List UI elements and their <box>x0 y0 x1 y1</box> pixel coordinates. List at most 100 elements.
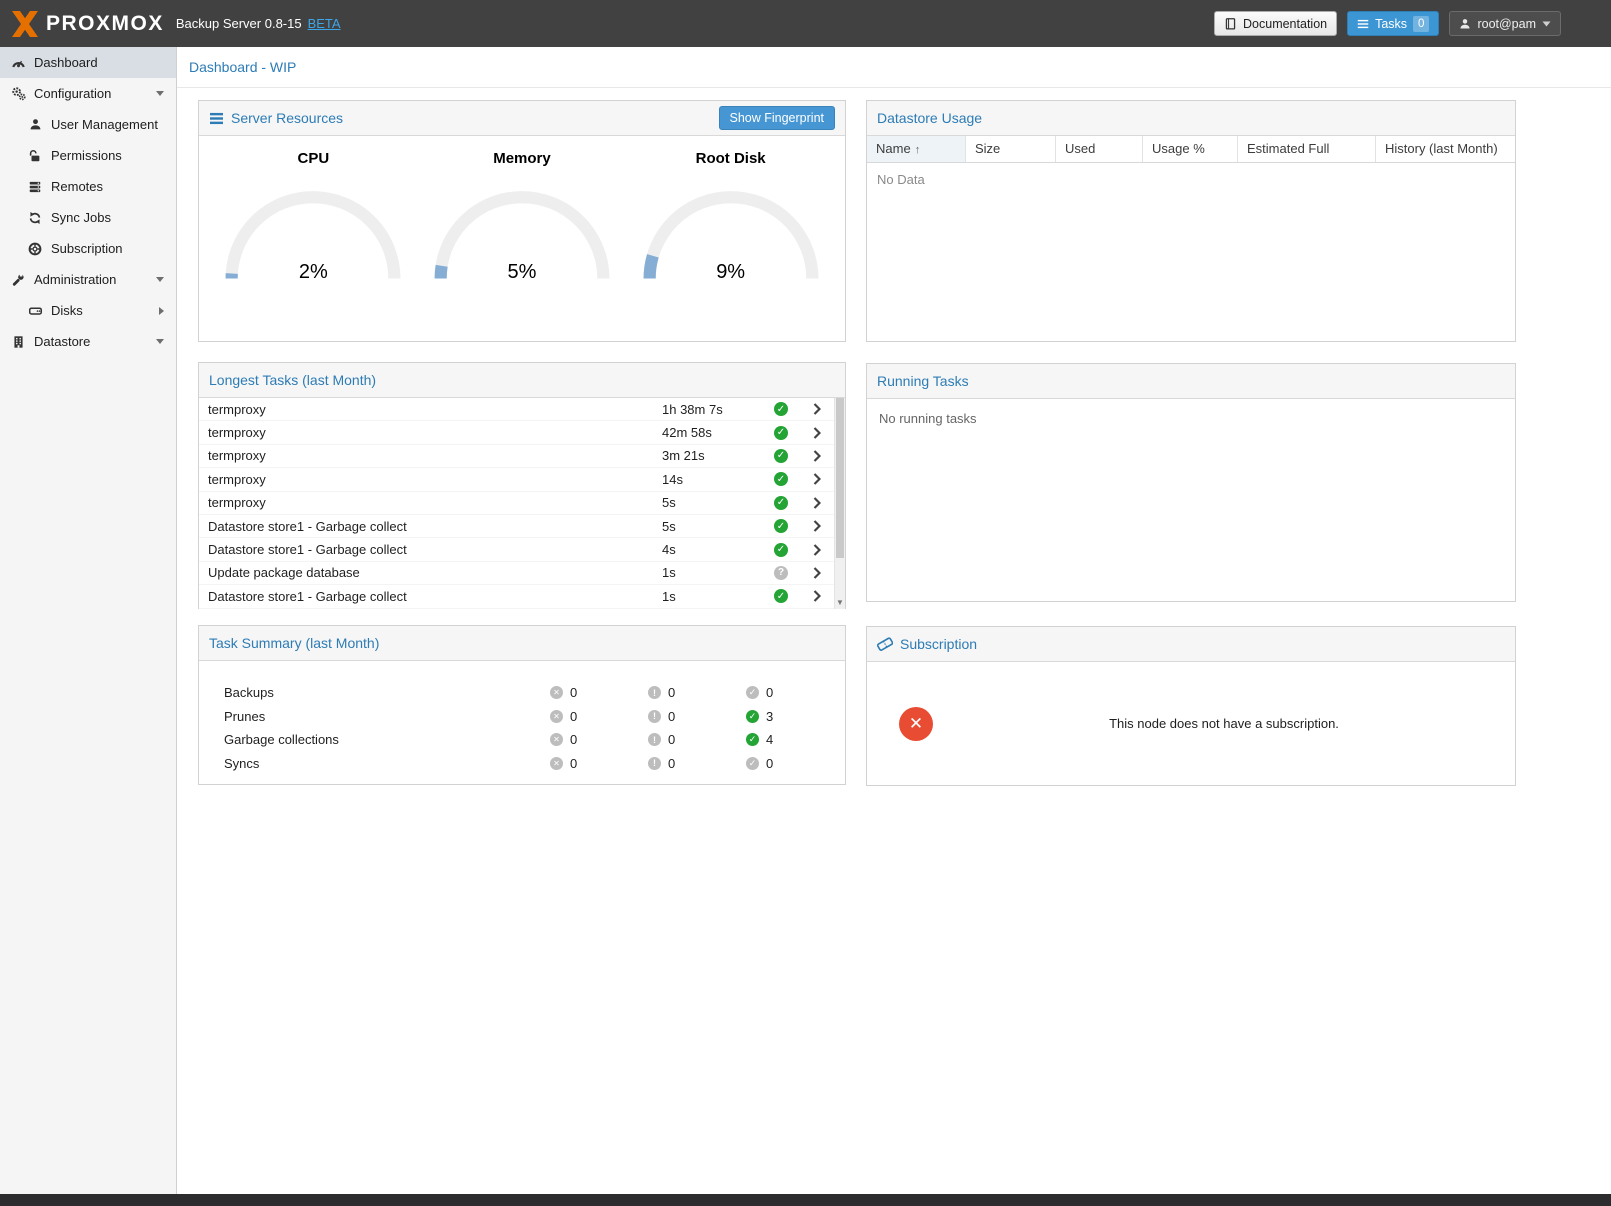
user-icon <box>27 117 43 133</box>
subscription-title: Subscription <box>900 636 977 652</box>
column-header-estimated-full[interactable]: Estimated Full <box>1238 136 1376 162</box>
task-open-button[interactable] <box>800 520 834 532</box>
collapse-caret-icon[interactable] <box>156 339 164 344</box>
sort-asc-icon: ↑ <box>915 144 921 156</box>
sync-icon <box>27 210 43 226</box>
task-open-button[interactable] <box>800 544 834 556</box>
sidebar-item-subscription[interactable]: Subscription <box>0 233 176 264</box>
task-row[interactable]: termproxy 3m 21s <box>199 445 845 468</box>
collapse-caret-icon[interactable] <box>156 91 164 96</box>
task-open-button[interactable] <box>800 497 834 509</box>
sidebar-item-label: User Management <box>51 117 158 132</box>
sidebar-item-user-management[interactable]: User Management <box>0 109 176 140</box>
scrollbar-thumb[interactable] <box>836 398 844 558</box>
task-open-button[interactable] <box>800 427 834 439</box>
task-name: Datastore store1 - Garbage collect <box>199 519 662 534</box>
task-row[interactable]: termproxy 42m 58s <box>199 421 845 444</box>
sidebar-item-label: Datastore <box>34 334 90 349</box>
warning-icon <box>648 733 661 746</box>
task-name: termproxy <box>199 495 662 510</box>
column-header-size[interactable]: Size <box>966 136 1056 162</box>
task-open-button[interactable] <box>800 590 834 602</box>
scrollbar[interactable]: ▼ <box>834 398 845 609</box>
error-icon <box>550 733 563 746</box>
column-header-name[interactable]: Name↑ <box>867 136 966 162</box>
server-icon <box>27 179 43 195</box>
task-duration: 5s <box>662 495 762 510</box>
documentation-button[interactable]: Documentation <box>1214 11 1337 36</box>
longest-tasks-title: Longest Tasks (last Month) <box>209 372 376 388</box>
collapse-caret-icon[interactable] <box>156 277 164 282</box>
expand-caret-icon[interactable] <box>159 307 164 315</box>
sidebar-item-sync-jobs[interactable]: Sync Jobs <box>0 202 176 233</box>
sidebar-item-permissions[interactable]: Permissions <box>0 140 176 171</box>
task-row[interactable]: Datastore store1 - Garbage collect 4s <box>199 538 845 561</box>
user-menu-button[interactable]: root@pam <box>1449 11 1561 36</box>
tasks-label: Tasks <box>1375 17 1407 31</box>
datastore-usage-panel: Datastore Usage Name↑ Size Used Usage % … <box>866 100 1516 342</box>
ok-count: 0 <box>766 756 773 771</box>
sidebar-item-remotes[interactable]: Remotes <box>0 171 176 202</box>
ticket-icon <box>877 636 893 652</box>
beta-link[interactable]: BETA <box>308 16 341 31</box>
running-tasks-header: Running Tasks <box>867 364 1515 399</box>
task-list-icon <box>1357 18 1369 30</box>
datastore-usage-column-headers: Name↑ Size Used Usage % Estimated Full H… <box>867 136 1515 163</box>
sidebar-item-administration[interactable]: Administration <box>0 264 176 295</box>
subscription-panel: Subscription ✕ This node does not have a… <box>866 626 1516 786</box>
user-icon <box>1459 18 1471 30</box>
summary-label: Garbage collections <box>224 732 550 747</box>
task-open-button[interactable] <box>800 450 834 462</box>
sidebar-item-dashboard[interactable]: Dashboard <box>0 47 176 78</box>
error-icon <box>550 686 563 699</box>
datastore-usage-empty: No Data <box>867 163 1515 340</box>
task-row[interactable]: Update package database 1s <box>199 562 845 585</box>
task-row[interactable]: Datastore store1 - Garbage collect 1s <box>199 585 845 608</box>
sidebar-item-datastore[interactable]: Datastore <box>0 326 176 357</box>
scroll-down-icon[interactable]: ▼ <box>835 596 845 609</box>
summary-row: Garbage collections 0 0 4 <box>224 728 845 752</box>
task-duration: 1s <box>662 565 762 580</box>
summary-row: Syncs 0 0 0 <box>224 752 845 776</box>
cpu-gauge: CPU 2% <box>213 150 413 342</box>
task-status-icon <box>774 566 788 580</box>
ok-icon <box>746 710 759 723</box>
ok-count: 3 <box>766 709 773 724</box>
subscription-header: Subscription <box>867 627 1515 662</box>
summary-row: Prunes 0 0 3 <box>224 705 845 729</box>
sidebar-item-configuration[interactable]: Configuration <box>0 78 176 109</box>
proxmox-x-icon <box>10 11 40 37</box>
warning-count: 0 <box>668 732 675 747</box>
task-row[interactable]: termproxy 5s <box>199 492 845 515</box>
sidebar-item-disks[interactable]: Disks <box>0 295 176 326</box>
column-header-usage-pct[interactable]: Usage % <box>1143 136 1238 162</box>
summary-label: Backups <box>224 685 550 700</box>
task-open-button[interactable] <box>800 403 834 415</box>
task-row[interactable]: termproxy 1h 38m 7s <box>199 398 845 421</box>
tasks-button[interactable]: Tasks 0 <box>1347 11 1439 36</box>
task-open-button[interactable] <box>800 567 834 579</box>
gauge-label: Memory <box>422 150 622 167</box>
topbar: PROXMOX Backup Server 0.8-15 BETA Docume… <box>0 0 1611 47</box>
gauges-area: CPU 2% Memory <box>199 136 845 342</box>
ok-count: 4 <box>766 732 773 747</box>
show-fingerprint-button[interactable]: Show Fingerprint <box>719 106 836 130</box>
column-header-history[interactable]: History (last Month) <box>1376 136 1515 162</box>
task-status-icon <box>774 519 788 533</box>
task-duration: 3m 21s <box>662 448 762 463</box>
task-name: termproxy <box>199 425 662 440</box>
building-icon <box>10 334 26 350</box>
column-header-used[interactable]: Used <box>1056 136 1143 162</box>
gauge-label: CPU <box>213 150 413 167</box>
task-row[interactable]: termproxy 14s <box>199 468 845 491</box>
task-name: termproxy <box>199 448 662 463</box>
warning-icon <box>648 710 661 723</box>
task-row[interactable]: Datastore store1 - Garbage collect 5s <box>199 515 845 538</box>
hdd-icon <box>27 303 43 319</box>
task-summary-header: Task Summary (last Month) <box>199 626 845 661</box>
task-duration: 1s <box>662 589 762 604</box>
task-open-button[interactable] <box>800 473 834 485</box>
task-duration: 5s <box>662 519 762 534</box>
gauge-label: Root Disk <box>631 150 831 167</box>
task-name: termproxy <box>199 402 662 417</box>
